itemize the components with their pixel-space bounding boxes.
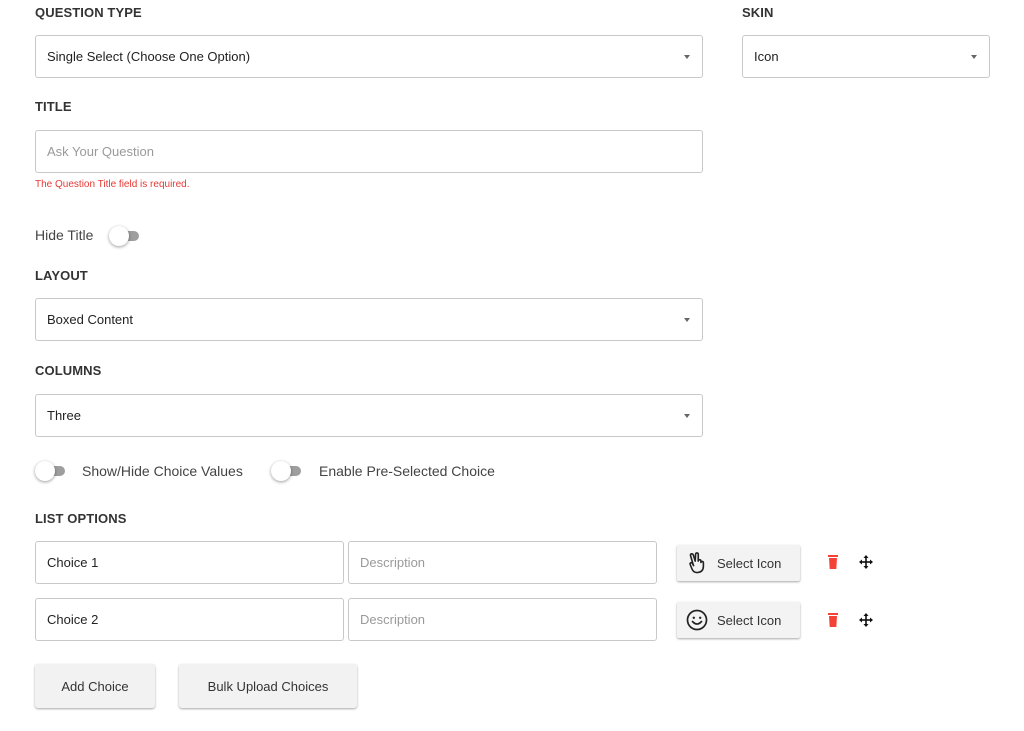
skin-select[interactable]: Icon	[742, 35, 990, 78]
select-icon-button[interactable]: Select Icon	[677, 602, 800, 638]
choice-description-input[interactable]: Description	[348, 541, 657, 584]
columns-select[interactable]: Three	[35, 394, 703, 437]
description-placeholder: Description	[360, 555, 426, 570]
skin-value: Icon	[754, 49, 779, 64]
caret-down-icon	[684, 55, 690, 59]
hand-peace-icon	[685, 551, 709, 575]
show-hide-values-toggle[interactable]	[35, 461, 65, 481]
choice-value-text: Choice 2	[47, 612, 99, 627]
hide-title-toggle[interactable]	[109, 226, 139, 246]
caret-down-icon	[971, 55, 977, 59]
skin-label: SKIN	[742, 5, 774, 20]
list-options-label: LIST OPTIONS	[35, 511, 127, 526]
trash-icon[interactable]	[827, 555, 839, 569]
layout-select[interactable]: Boxed Content	[35, 298, 703, 341]
question-type-value: Single Select (Choose One Option)	[47, 49, 251, 64]
enable-preselected-toggle[interactable]	[271, 461, 301, 481]
title-placeholder: Ask Your Question	[47, 144, 154, 159]
enable-preselected-label: Enable Pre-Selected Choice	[319, 463, 495, 479]
title-input[interactable]: Ask Your Question	[35, 130, 703, 173]
select-icon-button[interactable]: Select Icon	[677, 545, 800, 581]
add-choice-button[interactable]: Add Choice	[35, 664, 155, 708]
choice-description-input[interactable]: Description	[348, 598, 657, 641]
move-icon[interactable]	[859, 613, 873, 627]
caret-down-icon	[684, 318, 690, 322]
show-hide-values-label: Show/Hide Choice Values	[82, 463, 243, 479]
title-label: TITLE	[35, 99, 72, 114]
smiley-icon	[685, 608, 709, 632]
description-placeholder: Description	[360, 612, 426, 627]
bulk-upload-choices-button[interactable]: Bulk Upload Choices	[179, 664, 357, 708]
select-icon-label: Select Icon	[717, 555, 782, 571]
title-error-message: The Question Title field is required.	[35, 179, 190, 190]
layout-label: LAYOUT	[35, 268, 88, 283]
question-type-label: QUESTION TYPE	[35, 5, 142, 20]
layout-value: Boxed Content	[47, 312, 134, 327]
choice-value-text: Choice 1	[47, 555, 99, 570]
select-icon-label: Select Icon	[717, 612, 782, 628]
columns-label: COLUMNS	[35, 363, 102, 378]
trash-icon[interactable]	[827, 613, 839, 627]
columns-value: Three	[47, 408, 81, 423]
move-icon[interactable]	[859, 555, 873, 569]
caret-down-icon	[684, 414, 690, 418]
hide-title-label: Hide Title	[35, 227, 94, 243]
question-type-select[interactable]: Single Select (Choose One Option)	[35, 35, 703, 78]
choice-value-input[interactable]: Choice 2	[35, 598, 344, 641]
choice-value-input[interactable]: Choice 1	[35, 541, 344, 584]
